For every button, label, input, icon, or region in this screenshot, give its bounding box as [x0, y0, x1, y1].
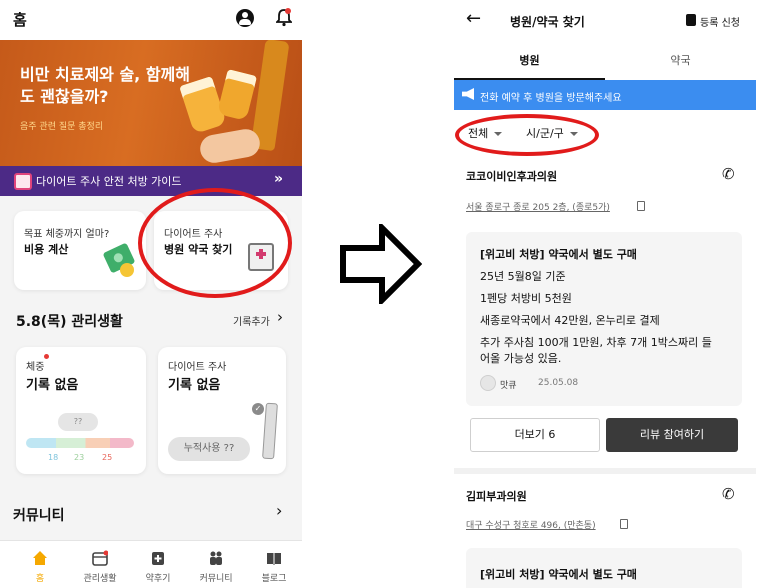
tab-reviews[interactable]: 약후기 [128, 541, 188, 588]
required-dot [44, 354, 49, 359]
coin-icon [120, 263, 134, 277]
clinic-finder-screen: ← 병원/약국 찾기 등록 신청 병원 약국 전화 예약 후 병원을 방문해주세… [454, 0, 756, 588]
arrow-right-icon [340, 224, 422, 304]
add-record-link[interactable]: 기록추가 [233, 313, 270, 328]
more-reviews-button[interactable]: 더보기 6 [470, 418, 600, 452]
cumulative-pill: 누적사용 ?? [168, 437, 250, 461]
card-title: 비용 계산 [24, 243, 69, 256]
bmi-scale [26, 438, 134, 448]
home-screen: 홈 비만 치료제와 술, 함께해도 괜찮을까? 음주 관련 질문 총정리 다이어… [0, 0, 302, 588]
hand-image [198, 127, 262, 165]
tab-label: 블로그 [261, 574, 287, 584]
community-title: 커뮤니티 [13, 508, 65, 524]
beer-glass-image [216, 69, 258, 121]
notification-dot [285, 8, 291, 14]
guide-bar[interactable]: 다이어트 주사 안전 처방 가이드 » [0, 166, 302, 196]
daily-title: 5.8(목) 관리생활 [16, 314, 123, 330]
phone-icon[interactable]: ✆ [722, 485, 740, 503]
register-icon[interactable] [686, 14, 696, 26]
review-date: 25.05.08 [538, 378, 579, 388]
tab-hospital[interactable]: 병원 [454, 46, 605, 80]
tabs: 병원 약국 [454, 46, 756, 80]
bmi-tick: 25 [102, 453, 113, 462]
bmi-tick: 18 [48, 453, 59, 462]
review-card[interactable]: [위고비 처방] 약국에서 별도 구매 25년 5월8일 기준 1펜당 처방비 … [466, 232, 742, 406]
tab-community[interactable]: 커뮤니티 [186, 541, 246, 588]
home-header: 홈 [0, 0, 302, 40]
phone-icon[interactable]: ✆ [722, 165, 740, 183]
megaphone-icon [462, 88, 474, 100]
notice-text: 전화 예약 후 병원을 방문해주세요 [480, 93, 622, 104]
clinic-address[interactable]: 서울 종로구 종로 205 2층, (종로5가) [466, 200, 610, 213]
injection-label: 다이어트 주사 [168, 362, 227, 373]
weight-label: 체중 [26, 362, 45, 373]
pill-box-icon [152, 552, 164, 565]
write-review-button[interactable]: 리뷰 참여하기 [606, 418, 738, 452]
highlight-circle [138, 188, 292, 298]
double-chevron-right-icon: » [274, 171, 284, 187]
review-line: 어올 가능성 있음. [480, 352, 562, 365]
injection-value: 기록 없음 [168, 378, 221, 393]
tab-label: 커뮤니티 [199, 574, 233, 584]
register-button[interactable]: 등록 신청 [700, 14, 740, 29]
back-arrow-icon[interactable]: ← [466, 8, 481, 29]
bmi-pill: ?? [58, 413, 98, 431]
weight-card[interactable]: 체중 기록 없음 ?? 18 23 25 [16, 347, 146, 474]
page-title: 병원/약국 찾기 [510, 15, 585, 29]
clinic-name[interactable]: 김피부과의원 [466, 488, 527, 504]
highlight-circle [455, 114, 599, 156]
page-title: 홈 [13, 11, 27, 29]
injection-card[interactable]: 다이어트 주사 기록 없음 ✓ 누적사용 ?? [158, 347, 286, 474]
review-line: 1펜당 처방비 5천원 [480, 292, 572, 305]
bmi-tick: 23 [74, 453, 85, 462]
tab-pharmacy[interactable]: 약국 [605, 46, 756, 80]
banner-title: 비만 치료제와 술, 함께해도 괜찮을까? [20, 65, 190, 106]
copy-icon[interactable] [637, 201, 645, 211]
banner-subtitle: 음주 관련 질문 총정리 [20, 122, 104, 132]
calendar-icon [92, 550, 108, 566]
notice-banner: 전화 예약 후 병원을 방문해주세요 [454, 80, 756, 110]
tab-home[interactable]: 홈 [10, 541, 70, 588]
copy-icon[interactable] [620, 519, 628, 529]
prescription-icon [14, 173, 32, 190]
review-line: [위고비 처방] 약국에서 별도 구매 [480, 248, 637, 261]
chevron-right-icon[interactable]: › [276, 501, 282, 520]
chevron-right-icon[interactable]: › [277, 308, 283, 326]
review-author: 맛큐 [500, 381, 517, 391]
tab-label: 약후기 [145, 574, 171, 584]
tab-daily[interactable]: 관리생활 [70, 541, 130, 588]
promo-banner[interactable]: 비만 치료제와 술, 함께해도 괜찮을까? 음주 관련 질문 총정리 [0, 40, 302, 166]
guide-text: 다이어트 주사 안전 처방 가이드 [36, 175, 182, 188]
tab-label: 관리생활 [83, 574, 117, 584]
cost-calculator-card[interactable]: 목표 체중까지 얼마? 비용 계산 [14, 211, 146, 290]
check-icon: ✓ [252, 403, 264, 415]
account-icon[interactable] [236, 9, 254, 27]
review-line: 25년 5월8일 기준 [480, 270, 566, 283]
avatar [480, 375, 496, 391]
weight-value: 기록 없음 [26, 378, 79, 393]
divider [454, 468, 756, 474]
clinic-address[interactable]: 대구 수성구 청호로 496, (만촌동) [466, 518, 596, 531]
tab-blog[interactable]: 블로그 [244, 541, 302, 588]
people-icon [210, 551, 222, 565]
injection-pen-icon [262, 402, 278, 460]
review-line: 추가 주사침 100개 1만원, 차후 7개 1박스짜리 들 [480, 336, 712, 349]
bottom-tabbar: 홈 관리생활 약후기 커뮤니티 블로그 [0, 540, 302, 588]
review-line: 새종로약국에서 42만원, 온누리로 결제 [480, 314, 660, 327]
review-line: [위고비 처방] 약국에서 별도 구매 [480, 568, 637, 581]
home-icon [33, 551, 47, 565]
clinic-name[interactable]: 코코이비인후과의원 [466, 168, 557, 184]
tab-label: 홈 [35, 574, 45, 584]
book-icon [267, 553, 281, 565]
review-card[interactable]: [위고비 처방] 약국에서 별도 구매 [466, 548, 742, 588]
card-subtitle: 목표 체중까지 얼마? [24, 229, 110, 240]
